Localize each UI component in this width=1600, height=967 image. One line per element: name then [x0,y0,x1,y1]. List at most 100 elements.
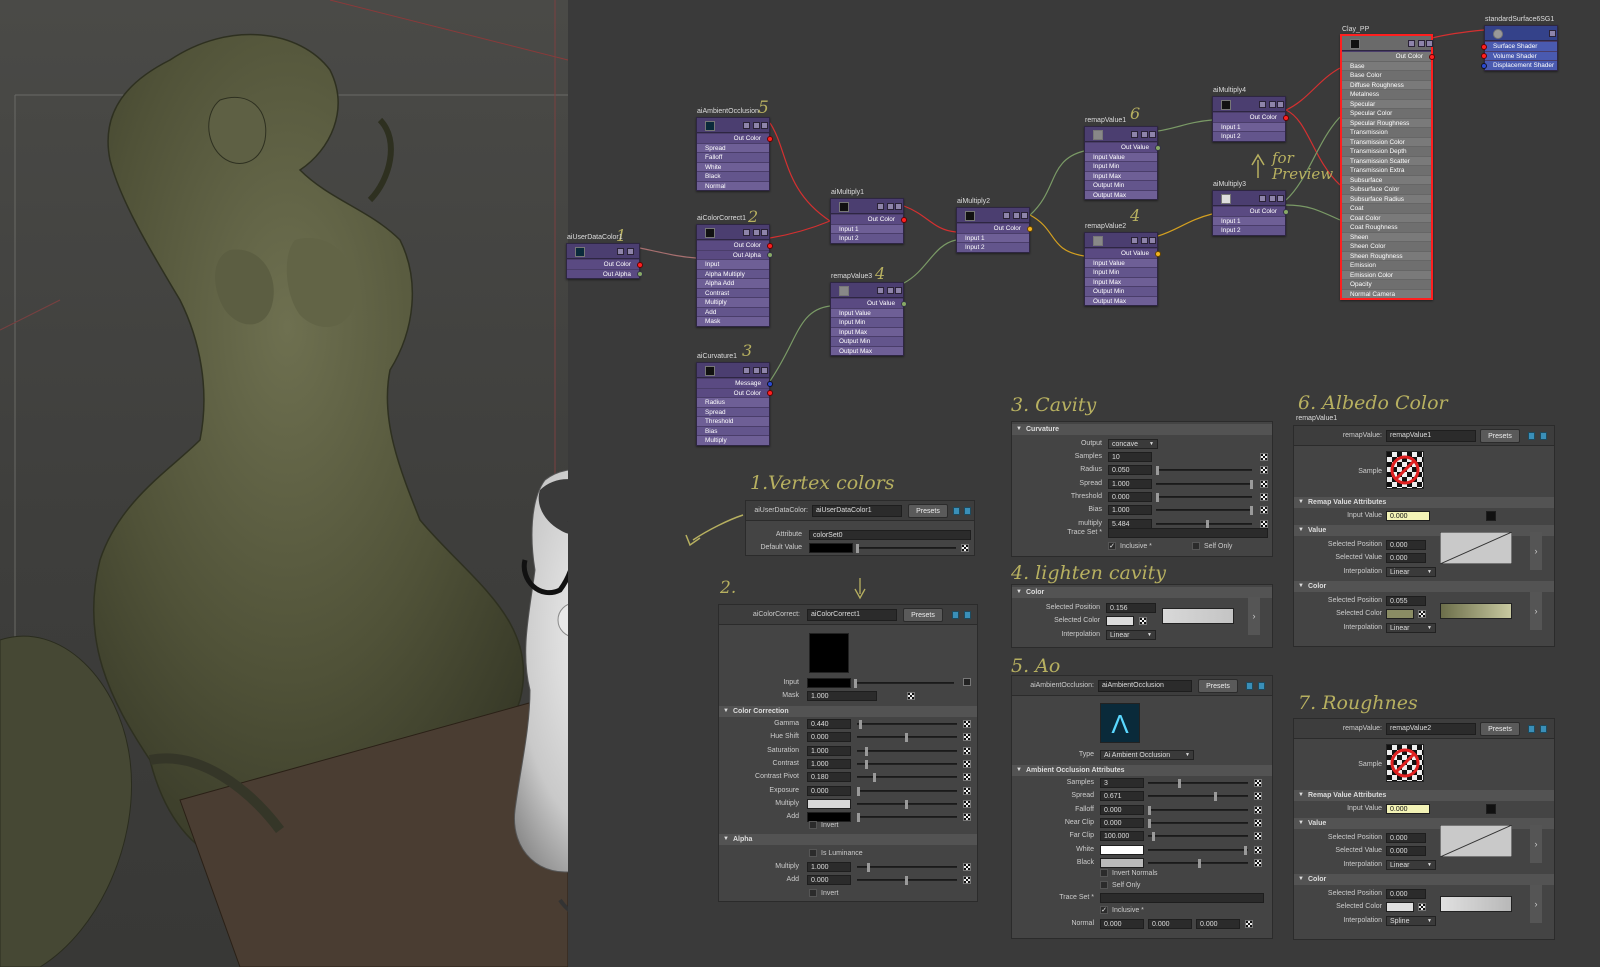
clay-input-port[interactable]: Specular Roughness [1342,117,1431,127]
port-in[interactable]: Alpha Add [697,278,769,288]
row-value-field[interactable]: 1.000 [1108,505,1152,516]
value-ramp-expand-button[interactable]: › [1530,825,1542,863]
color-ramp[interactable] [1162,608,1234,624]
map-button-icon[interactable] [1260,492,1268,501]
clay-input-port[interactable]: Transmission Depth [1342,146,1431,156]
map-button-icon[interactable] [963,733,971,742]
port-in[interactable]: Input 2 [1213,131,1285,141]
map-button-icon[interactable] [1260,453,1268,461]
row-value-field[interactable]: 0.671 [1100,791,1144,802]
port-out-color[interactable]: Out Color [697,240,773,250]
port-out-color[interactable]: Out Color [831,214,907,224]
row-slider[interactable] [1148,818,1248,828]
port-out-color[interactable]: Out Color [697,133,773,143]
row-value-field[interactable]: 1.000 [807,758,851,769]
map-button-icon[interactable] [1254,805,1262,814]
color-selected-position-field[interactable]: 0.055 [1386,596,1426,606]
port-in[interactable]: Input Max [1085,170,1157,180]
input-swatch[interactable] [807,678,851,688]
node-remap-value-1[interactable]: remapValue1 Out Value Input Value Input … [1084,117,1161,200]
show-icon[interactable] [952,611,959,619]
node-ai-multiply-2[interactable]: aiMultiply2 Out Color Input 1 Input 2 [956,198,1033,253]
port-out-value[interactable]: Out Value [1085,142,1161,152]
port-in[interactable]: Mask [697,316,769,326]
selected-position-field[interactable]: 0.156 [1106,603,1156,613]
value-ramp-expand-button[interactable]: › [1530,532,1542,570]
node-name-field[interactable]: aiAmbientOcclusion [1098,680,1192,692]
clay-input-port[interactable]: Sheen Roughness [1342,250,1431,260]
port-in[interactable]: Volume Shader [1481,50,1557,60]
color-ramp-expand-button[interactable]: › [1530,885,1542,923]
clay-input-port[interactable]: Diffuse Roughness [1342,79,1431,89]
color-interpolation-dropdown[interactable]: Spline [1386,916,1436,926]
port-in[interactable]: Input 2 [1213,225,1285,235]
color-selected-position-field[interactable]: 0.000 [1386,889,1426,899]
port-in[interactable]: Multiply [697,435,769,445]
row-value-field[interactable] [1100,857,1144,868]
port-out-alpha[interactable]: Out Alpha [567,268,643,278]
hide-icon[interactable] [964,507,971,515]
presets-button[interactable]: Presets [1480,722,1520,736]
port-out-color[interactable]: Out Color [1213,112,1289,122]
map-button-icon[interactable] [963,746,971,755]
clay-input-port[interactable]: Base [1342,60,1431,70]
row-slider[interactable] [1148,805,1248,815]
map-button-icon[interactable] [1254,832,1262,841]
alpha-add-field[interactable]: 0.000 [807,875,851,885]
port-in[interactable]: Surface Shader [1481,41,1557,51]
node-remap-value-3[interactable]: remapValue3 Out Value Input Value Input … [830,273,907,356]
map-button-icon[interactable] [1254,818,1262,827]
map-button-icon[interactable] [1254,792,1262,801]
selected-value-field[interactable]: 0.000 [1386,846,1426,856]
show-icon[interactable] [1528,725,1535,733]
port-in[interactable]: Add [697,306,769,316]
value-ramp-graph[interactable] [1440,825,1512,857]
interpolation-dropdown[interactable]: Linear [1386,860,1436,870]
clay-input-port[interactable]: Opacity [1342,279,1431,289]
map-button-icon[interactable] [1260,506,1268,515]
row-slider[interactable] [857,746,957,756]
section-value[interactable]: Value [1294,525,1554,536]
color-selected-color-swatch[interactable] [1386,609,1414,619]
row-slider[interactable] [857,799,957,809]
hide-icon[interactable] [1540,432,1547,440]
port-in[interactable]: Input Min [1085,161,1157,171]
node-ai-color-correct[interactable]: aiColorCorrect1 Out Color Out Alpha Inpu… [696,215,773,327]
map-button-icon[interactable] [1418,610,1426,618]
row-value-field[interactable] [1100,844,1144,855]
maya-viewport[interactable] [0,0,568,967]
port-in[interactable]: Input Value [1085,151,1157,161]
row-value-field[interactable]: 10 [1108,452,1152,462]
clay-input-port[interactable]: Coat Color [1342,212,1431,222]
presets-button[interactable]: Presets [903,608,943,622]
presets-button[interactable]: Presets [908,504,948,518]
map-button-icon[interactable] [963,786,971,795]
map-button-icon[interactable] [1254,779,1262,787]
port-out-color[interactable]: Out Color [1213,206,1289,216]
interpolation-dropdown[interactable]: Linear [1386,567,1436,577]
port-in[interactable]: White [697,161,769,171]
map-button-icon[interactable] [963,759,971,768]
input-value-connect[interactable] [1486,511,1496,521]
map-button-icon[interactable] [963,720,971,728]
selected-value-field[interactable]: 0.000 [1386,553,1426,563]
port-in[interactable]: Input Value [1085,257,1157,267]
row-slider[interactable] [857,759,957,769]
selected-color-swatch[interactable] [1106,616,1134,626]
invert-checkbox[interactable] [809,821,817,829]
is-luminance-checkbox[interactable] [809,849,817,857]
port-in[interactable]: Input Min [1085,267,1157,277]
color-selected-color-swatch[interactable] [1386,902,1414,912]
row-slider[interactable] [1156,479,1253,489]
clay-input-port[interactable]: Transmission Color [1342,136,1431,146]
node-name-field[interactable]: aiUserDataColor1 [812,505,902,517]
output-dropdown[interactable]: concave [1108,439,1158,449]
row-slider[interactable] [857,733,957,743]
trace-set-field[interactable] [1108,528,1268,538]
port-in[interactable]: Input 1 [831,223,903,233]
interpolation-dropdown[interactable]: Linear [1106,630,1156,640]
port-in[interactable]: Threshold [697,416,769,426]
invert-normals-checkbox[interactable] [1100,869,1108,877]
section-color-correction[interactable]: Color Correction [719,706,977,717]
node-ai-multiply-1[interactable]: aiMultiply1 Out Color Input 1 Input 2 [830,189,907,244]
